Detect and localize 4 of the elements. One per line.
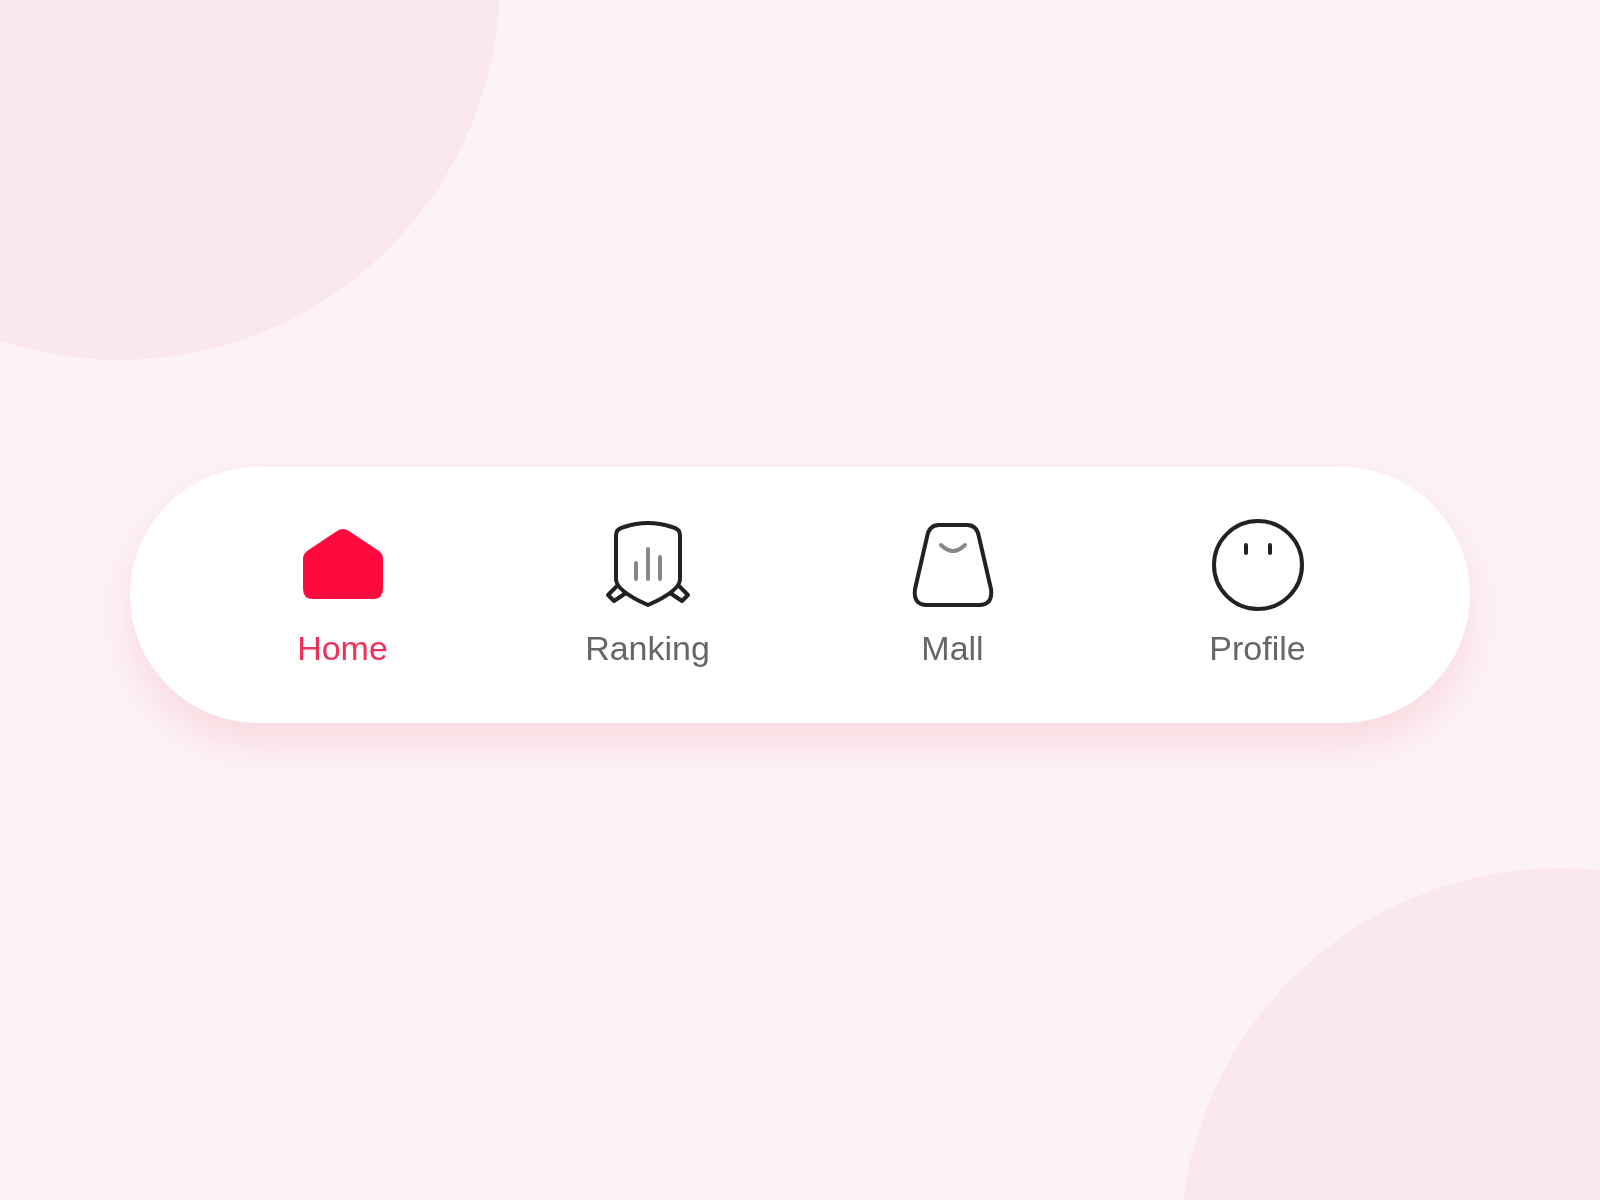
tab-button[interactable]: Home	[242, 508, 443, 682]
tab-button[interactable]: Mall	[852, 508, 1053, 682]
tab-button[interactable]: Ranking	[547, 508, 748, 682]
tab-button[interactable]: Profile	[1157, 508, 1358, 682]
